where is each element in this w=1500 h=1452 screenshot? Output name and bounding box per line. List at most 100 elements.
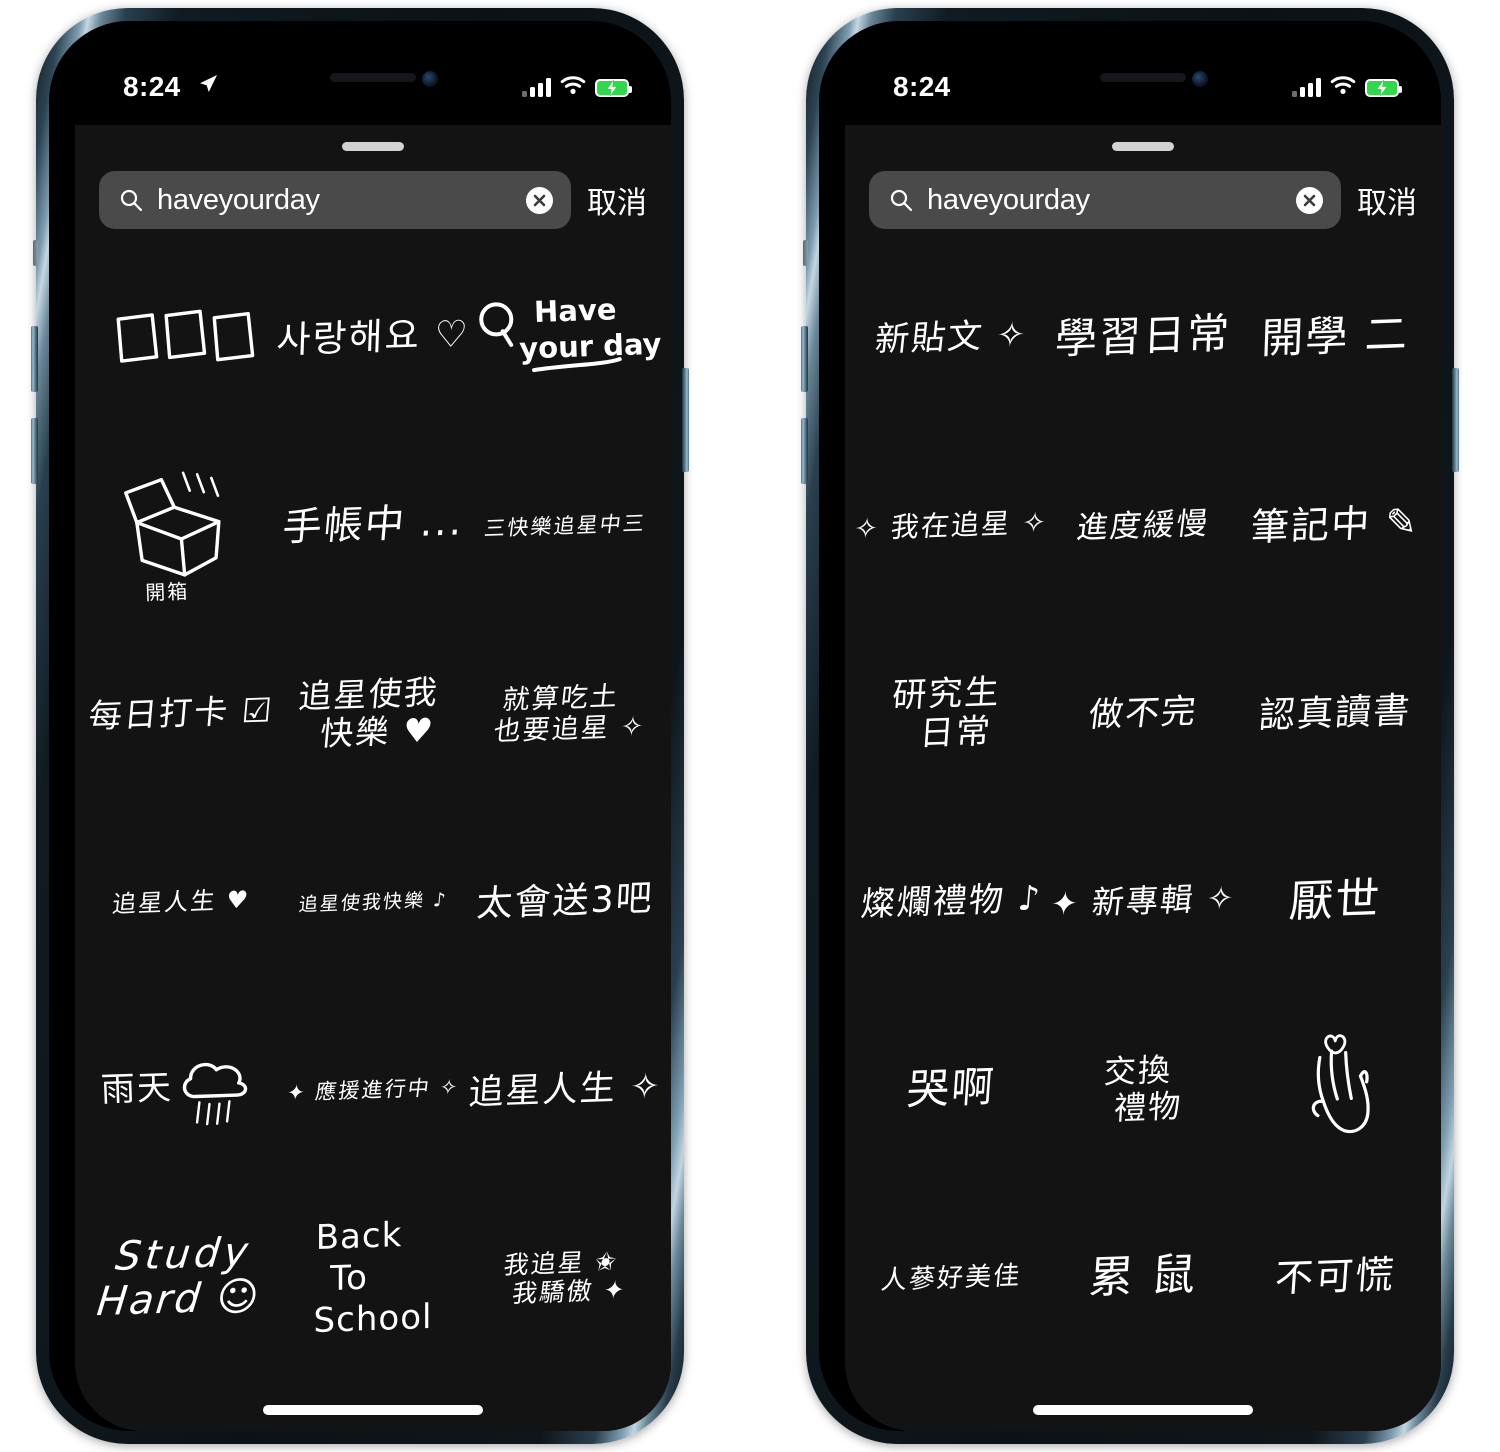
search-input-right[interactable]: haveyourday (927, 184, 1282, 217)
sticker-cheering-in-progress[interactable]: ✦ 應援進行中 ✧ (277, 997, 469, 1185)
sticker-gift-exchange[interactable]: 交換 禮物 (1047, 997, 1239, 1185)
svg-text:開箱: 開箱 (145, 579, 190, 605)
svg-text:每日打卡 ☑: 每日打卡 ☑ (87, 690, 275, 735)
svg-text:✦ 應援進行中 ✧: ✦ 應援進行中 ✧ (285, 1074, 460, 1105)
search-field-right[interactable]: haveyourday (869, 171, 1341, 229)
sticker-fandom-makes-me-happy[interactable]: 追星使我 快樂 ♥ (277, 621, 469, 809)
sticker-world-weary[interactable]: 厭世 (1239, 809, 1431, 997)
sticker-taking-notes[interactable]: 筆記中 ✎ (1239, 433, 1431, 621)
svg-text:禮物: 禮物 (1113, 1087, 1183, 1127)
svg-text:不可慌: 不可慌 (1273, 1252, 1396, 1300)
sticker-study-seriously[interactable]: 認真讀書 (1239, 621, 1431, 809)
sticker-ginseng-compliment[interactable]: 人蔘好美佳 (855, 1185, 1047, 1373)
svg-text:追星人生 ✧: 追星人生 ✧ (467, 1066, 663, 1114)
sticker-study-hard[interactable]: Study Hard ☺ (85, 1185, 277, 1373)
cancel-button-left[interactable]: 取消 (587, 178, 647, 222)
sticker-fandom-life-sparkle[interactable]: 追星人生 ✧ (467, 997, 663, 1185)
sticker-grad-student-life[interactable]: 研究生 日常 (855, 621, 1047, 809)
svg-text:Study: Study (113, 1229, 254, 1279)
status-indicators-right (1292, 75, 1402, 100)
svg-text:✦ 新專輯 ✧: ✦ 新專輯 ✧ (1049, 879, 1238, 923)
volume-down-button-left[interactable] (31, 418, 38, 484)
sticker-proud-fan[interactable]: 我追星 ✬ 我驕傲 ✦ (469, 1185, 661, 1373)
sticker-fandom-life-heart[interactable]: 追星人生 ♥ (85, 809, 277, 997)
home-indicator-right[interactable] (1033, 1405, 1253, 1415)
svg-text:就算吃土: 就算吃土 (501, 681, 621, 716)
volume-down-button-right[interactable] (801, 418, 808, 484)
sticker-three-squares[interactable] (85, 245, 277, 433)
sticker-have-your-day-logo[interactable]: Have your day (469, 245, 662, 433)
cellular-signal-icon (522, 78, 551, 97)
sticker-even-if-broke[interactable]: 就算吃土 也要追星 ✧ (469, 621, 661, 809)
sticker-back-to-school[interactable]: Back To School (277, 1185, 469, 1373)
sticker-chasing-stars[interactable]: ✧ 我在追星 ✧ (853, 433, 1050, 621)
sticker-tired-mouse[interactable]: 累 鼠 (1047, 1185, 1239, 1373)
svg-text:太會送3吧: 太會送3吧 (475, 877, 654, 925)
svg-text:Have: Have (533, 292, 617, 329)
sticker-dont-panic[interactable]: 不可慌 (1239, 1185, 1431, 1373)
sticker-rainy-day-cloud[interactable]: 雨天 (85, 997, 277, 1185)
svg-text:哭啊: 哭啊 (905, 1062, 997, 1114)
sticker-crying[interactable]: 哭啊 (855, 997, 1047, 1185)
svg-text:學習日常: 學習日常 (1054, 308, 1232, 363)
search-row-left: haveyourday 取消 (75, 169, 671, 231)
sticker-back-to-school-cn[interactable]: 開學 二 (1239, 245, 1431, 433)
sticker-daily-check-in[interactable]: 每日打卡 ☑ (85, 621, 277, 809)
search-input-left[interactable]: haveyourday (157, 184, 512, 217)
svg-text:School: School (314, 1297, 433, 1341)
device-bezel-left: 8:24 haveyourday 取消 사랑해요 ♡ Have your day… (49, 21, 671, 1431)
search-sheet-right: haveyourday 取消 新貼文 ✧ 學習日常 開學 二 ✧ 我在追星 ✧ 進度緩慢… (845, 125, 1441, 1431)
battery-charging-icon (1365, 78, 1402, 97)
svg-text:我追星 ✬: 我追星 ✬ (502, 1247, 620, 1280)
volume-up-button-left[interactable] (31, 326, 38, 392)
svg-text:也要追星 ✧: 也要追星 ✧ (492, 711, 647, 747)
wifi-icon (560, 75, 586, 100)
svg-text:手帳中 ...: 手帳中 ... (281, 499, 466, 550)
silent-switch-left[interactable] (33, 240, 38, 266)
svg-text:進度緩慢: 進度緩慢 (1075, 506, 1212, 546)
svg-text:交換: 交換 (1103, 1051, 1173, 1091)
power-button-right[interactable] (1452, 368, 1459, 472)
cellular-signal-icon (1292, 78, 1321, 97)
svg-text:開學 二: 開學 二 (1260, 309, 1409, 363)
volume-up-button-right[interactable] (801, 326, 808, 392)
cancel-button-right[interactable]: 取消 (1357, 178, 1417, 222)
svg-text:快樂 ♥: 快樂 ♥ (319, 710, 437, 753)
sticker-too-good-at-gifting[interactable]: 太會送3吧 (469, 809, 661, 997)
clear-search-button-right[interactable] (1296, 186, 1323, 214)
svg-text:To: To (329, 1258, 368, 1299)
status-bar-left: 8:24 (75, 47, 671, 125)
sticker-new-post[interactable]: 新貼文 ✧ (855, 245, 1047, 433)
sticker-grid-left: 사랑해요 ♡ Have your day 開箱 手帳中 ... 三快樂追星中三每日打卡 ☑… (75, 245, 671, 1375)
home-indicator-left[interactable] (263, 1405, 483, 1415)
device-screen-right: 8:24 haveyourday 取消 新貼文 ✧ 學習日常 開學 二 ✧ 我在… (845, 47, 1441, 1431)
location-arrow-icon (197, 73, 219, 95)
sticker-slow-progress[interactable]: 進度緩慢 (1047, 433, 1239, 621)
svg-text:我驕傲 ✦: 我驕傲 ✦ (510, 1275, 628, 1308)
sticker-cant-finish[interactable]: 做不完 (1047, 621, 1239, 809)
sticker-new-album[interactable]: ✦ 新專輯 ✧ (1047, 809, 1239, 997)
sheet-drag-handle-right[interactable] (1112, 142, 1174, 151)
sheet-drag-handle-left[interactable] (342, 142, 404, 151)
search-icon (889, 188, 913, 212)
sticker-unwrap-gift[interactable]: 燦爛禮物 ♪ (855, 809, 1047, 997)
sticker-journaling[interactable]: 手帳中 ... (277, 433, 469, 621)
svg-text:Hard ☺: Hard ☺ (95, 1274, 263, 1325)
sticker-fandom-makes-me-happy-small[interactable]: 追星使我快樂 ♪ (277, 809, 469, 997)
iphone-device-left: 8:24 haveyourday 取消 사랑해요 ♡ Have your day… (31, 8, 689, 1444)
status-bar-right: 8:24 (845, 47, 1441, 125)
silent-switch-right[interactable] (803, 240, 808, 266)
sticker-study-routine[interactable]: 學習日常 (1047, 245, 1239, 433)
search-field-left[interactable]: haveyourday (99, 171, 571, 229)
svg-text:追星使我: 追星使我 (297, 672, 441, 716)
svg-text:厭世: 厭世 (1288, 873, 1383, 927)
power-button-left[interactable] (682, 368, 689, 472)
sticker-happy-fandom-life[interactable]: 三快樂追星中三 (469, 433, 661, 621)
sticker-unboxing-box[interactable]: 開箱 (85, 433, 277, 621)
svg-text:筆記中 ✎: 筆記中 ✎ (1250, 500, 1421, 550)
sticker-finger-heart[interactable] (1239, 997, 1431, 1185)
wifi-icon (1330, 75, 1356, 100)
svg-text:雨天: 雨天 (100, 1068, 173, 1110)
clear-search-button-left[interactable] (526, 186, 553, 214)
sticker-saranghaeyo-heart[interactable]: 사랑해요 ♡ (276, 245, 471, 433)
